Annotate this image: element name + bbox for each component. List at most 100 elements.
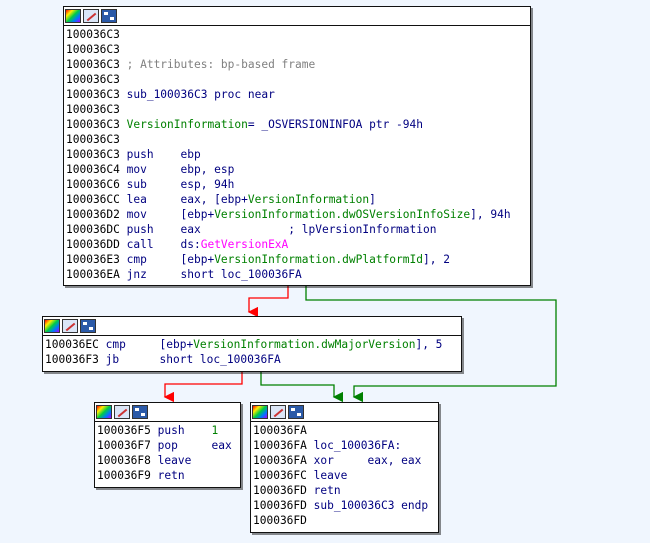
code-line[interactable]: 100036C3 [66,72,528,87]
color-palette-icon[interactable] [252,405,268,419]
code-block-100036F5[interactable]: 100036F5 push 1 100036F7 pop eax 100036F8 … [94,402,241,488]
line-text-segment: = _OSVERSIONINFOA ptr -94h [247,118,423,131]
line-text-segment: VersionInformation.dwMajorVersion [193,338,416,351]
line-address: 100036F5 [97,424,151,437]
color-palette-icon[interactable] [65,9,81,23]
graph-node-icon[interactable] [101,9,117,23]
block-header [251,403,438,422]
code-line[interactable]: 100036F5 push 1 [97,423,238,438]
line-address: 100036F9 [97,469,151,482]
code-line[interactable]: 100036EA jnz short loc_100036FA [66,267,528,282]
edit-node-icon[interactable] [83,9,99,23]
block-body: 100036C3 100036C3 100036C3 ; Attributes: b… [64,26,530,282]
edit-node-icon[interactable] [270,405,286,419]
line-text-segment: cmp [ebp+ [119,253,215,266]
line-text-segment: push eax [119,223,289,236]
edge-b-to-d-true [260,370,344,403]
line-text-segment: push [150,424,212,437]
line-address: 100036FD [253,499,307,512]
line-address: 100036FC [253,469,307,482]
code-line[interactable]: 100036FD sub_100036C3 endp [253,498,436,513]
line-text-segment: sub_100036C3 endp [306,499,429,512]
line-address: 100036C3 [66,103,120,116]
line-address: 100036F3 [45,353,99,366]
line-address: 100036FD [253,484,307,497]
code-block-100036EC[interactable]: 100036EC cmp [ebp+VersionInformation.dwM… [42,316,462,372]
line-address: 100036E3 [66,253,120,266]
line-address: 100036CC [66,193,120,206]
edge-a-to-b-false [247,286,289,318]
line-text-segment: ; Attributes: bp-based frame [119,58,316,71]
graph-node-icon[interactable] [132,405,148,419]
line-text-segment: lea eax, [ebp+ [119,193,248,206]
code-line[interactable]: 100036F8 leave [97,453,238,468]
line-text-segment: mov ebp, esp [119,163,235,176]
line-address: 100036C3 [66,28,120,41]
code-line[interactable]: 100036C3 [66,132,528,147]
code-line[interactable]: 100036FC leave [253,468,436,483]
line-address: 100036F7 [97,439,151,452]
line-text-segment: ], 2 [423,253,450,266]
code-line[interactable]: 100036C3 ; Attributes: bp-based frame [66,57,528,72]
code-line[interactable]: 100036FA [253,423,436,438]
code-line[interactable]: 100036C3 [66,27,528,42]
line-address: 100036C4 [66,163,120,176]
line-text-segment: pop eax [150,439,232,452]
line-address: 100036C3 [66,73,120,86]
line-text-segment: retn [150,469,185,482]
line-text-segment: ] [369,193,376,206]
graph-node-icon[interactable] [80,319,96,333]
line-text-segment: ; lpVersionInformation [288,223,437,236]
code-line[interactable]: 100036DD call ds:GetVersionExA [66,237,528,252]
code-line[interactable]: 100036FA loc_100036FA: [253,438,436,453]
line-text-segment: call ds: [119,238,201,251]
line-address: 100036C3 [66,118,120,131]
code-line[interactable]: 100036C3 [66,102,528,117]
color-palette-icon[interactable] [44,319,60,333]
code-line[interactable]: 100036C3 [66,42,528,57]
code-line[interactable]: 100036FA xor eax, eax [253,453,436,468]
line-text-segment: loc_100036FA: [306,439,402,452]
code-line[interactable]: 100036FD [253,513,436,528]
edge-b-to-c-false [163,370,243,403]
code-line[interactable]: 100036C3 push ebp [66,147,528,162]
line-text-segment: xor eax, eax [306,454,422,467]
code-line[interactable]: 100036C6 sub esp, 94h [66,177,528,192]
line-text-segment: leave [150,454,192,467]
code-line[interactable]: 100036FD retn [253,483,436,498]
code-line[interactable]: 100036C4 mov ebp, esp [66,162,528,177]
code-line[interactable]: 100036C3 VersionInformation= _OSVERSIONI… [66,117,528,132]
code-line[interactable]: 100036F7 pop eax [97,438,238,453]
color-palette-icon[interactable] [96,405,112,419]
line-address: 100036C3 [66,148,120,161]
line-text-segment: sub esp, 94h [119,178,235,191]
code-line[interactable]: 100036F9 retn [97,468,238,483]
line-text-segment: jb short loc_100036FA [98,353,281,366]
code-line[interactable]: 100036F3 jb short loc_100036FA [45,352,459,367]
code-block-loc-100036FA[interactable]: 100036FA 100036FA loc_100036FA: 100036FA x… [250,402,439,533]
line-text-segment: VersionInformation [119,118,248,131]
edit-node-icon[interactable] [62,319,78,333]
block-body: 100036FA 100036FA loc_100036FA: 100036FA x… [251,422,438,528]
block-header [43,317,461,336]
line-text-segment: GetVersionExA [200,238,289,251]
line-text-segment: leave [306,469,348,482]
line-text-segment: retn [306,484,341,497]
graph-node-icon[interactable] [288,405,304,419]
line-address: 100036FD [253,514,307,527]
line-text-segment: ], 5 [415,338,443,351]
block-header [95,403,240,422]
line-text-segment: sub_100036C3 proc near [119,88,275,101]
edit-node-icon[interactable] [114,405,130,419]
code-line[interactable]: 100036DC push eax ; lpVersionInformation [66,222,528,237]
code-line[interactable]: 100036E3 cmp [ebp+VersionInformation.dwP… [66,252,528,267]
code-block-sub-100036C3[interactable]: 100036C3 100036C3 100036C3 ; Attributes: b… [63,6,531,286]
code-line[interactable]: 100036CC lea eax, [ebp+VersionInformatio… [66,192,528,207]
line-text-segment: VersionInformation.dwOSVersionInfoSize [214,208,471,221]
code-line[interactable]: 100036D2 mov [ebp+VersionInformation.dwO… [66,207,528,222]
line-address: 100036EA [66,268,120,281]
line-address: 100036EC [45,338,99,351]
code-line[interactable]: 100036C3 sub_100036C3 proc near [66,87,528,102]
line-address: 100036DC [66,223,120,236]
code-line[interactable]: 100036EC cmp [ebp+VersionInformation.dwM… [45,337,459,352]
